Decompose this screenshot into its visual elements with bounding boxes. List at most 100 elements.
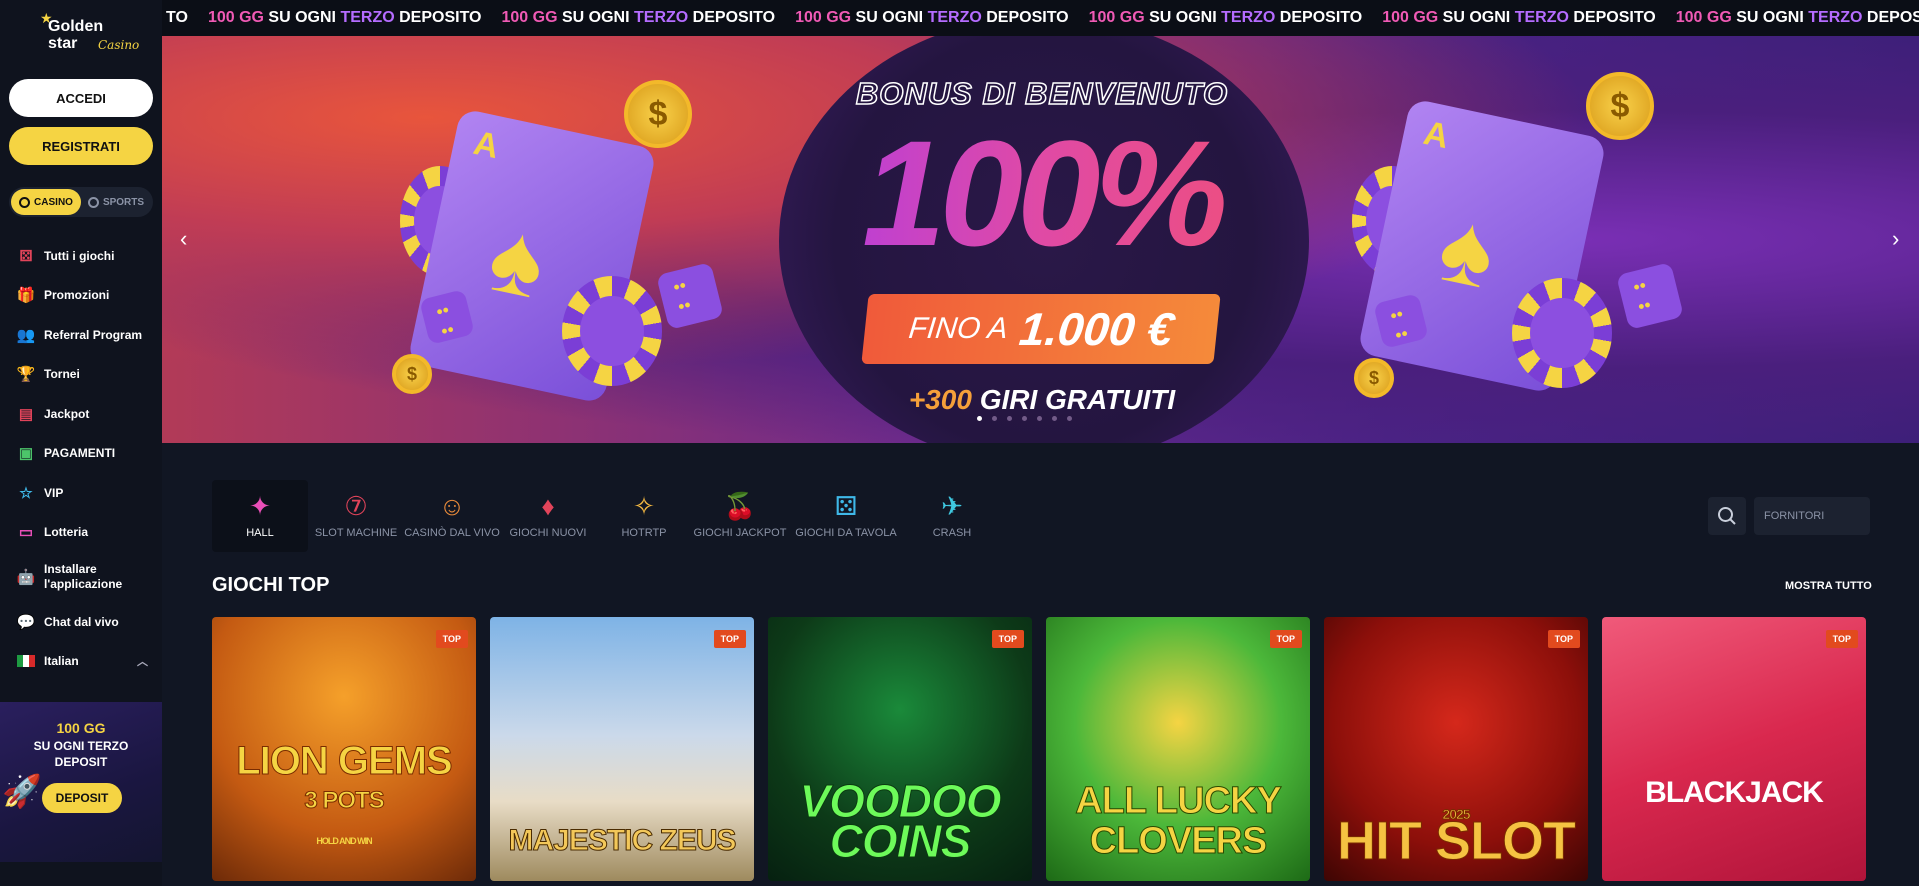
cards-icon: ♦ bbox=[541, 491, 555, 521]
game-card-majestic-zeus[interactable]: TOP MAJESTIC ZEUS bbox=[490, 617, 754, 881]
tab-label: GIOCHI DA TAVOLA bbox=[795, 527, 897, 539]
game-title: MAJESTIC ZEUS bbox=[508, 824, 737, 858]
plane-icon: ✈ bbox=[941, 491, 963, 521]
promo-ticker: TO 100 GG SU OGNI TERZO DEPOSITO 100 GG … bbox=[162, 0, 1919, 36]
banner-amount-box: FINO A 1.000 € bbox=[861, 294, 1221, 364]
carousel-dot[interactable] bbox=[1067, 416, 1072, 421]
carousel-dot[interactable] bbox=[1007, 416, 1012, 421]
deposit-button[interactable]: DEPOSIT bbox=[42, 783, 122, 813]
sidebar-item-label: PAGAMENTI bbox=[44, 446, 116, 461]
sidebar-item-lottery[interactable]: ▭ Lotteria bbox=[0, 513, 162, 553]
show-all-link[interactable]: MOSTRA TUTTO bbox=[1785, 580, 1872, 592]
banner-heading: BONUS DI BENVENUTO bbox=[855, 75, 1229, 112]
carousel-dot[interactable] bbox=[1037, 416, 1042, 421]
game-card-voodoo-coins[interactable]: TOP VOODOO COINS bbox=[768, 617, 1032, 881]
search-button[interactable] bbox=[1708, 497, 1746, 535]
game-card-all-lucky-clovers[interactable]: TOP ALL LUCKY CLOVERS bbox=[1046, 617, 1310, 881]
providers-input[interactable]: FORNITORI bbox=[1754, 497, 1870, 535]
game-card-hit-slot[interactable]: TOP 2025 HIT SLOT bbox=[1324, 617, 1588, 881]
tab-label: GIOCHI JACKPOT bbox=[693, 527, 787, 539]
mode-switch: CASINO SPORTS bbox=[9, 187, 153, 217]
ticker-item: 100 GG SU OGNI TERZO DEPOSITO bbox=[795, 9, 1069, 26]
top-badge: TOP bbox=[435, 630, 468, 648]
sidebar-item-label: Italian bbox=[44, 654, 79, 669]
coin-icon: $ bbox=[392, 354, 432, 394]
ticker-item: 100 GG SU OGNI TERZO DEPOSITO bbox=[207, 9, 482, 26]
ticker-item: 100 GG SU OGNI TERZO DEPOSITO bbox=[1088, 9, 1363, 26]
banner-fino-label: FINO A bbox=[907, 312, 1010, 345]
game-subtitle2: HOLD AND WIN bbox=[316, 836, 372, 846]
banner-percent: 100% bbox=[802, 118, 1282, 268]
coin-icon: $ bbox=[1586, 72, 1654, 140]
promo-title: 100 GG bbox=[56, 720, 106, 736]
tab-label: CRASH bbox=[932, 527, 972, 539]
game-title: BLACKJACK bbox=[1645, 776, 1824, 809]
sidebar-item-tournaments[interactable]: 🏆 Tornei bbox=[0, 355, 162, 395]
sidebar-item-label: Jackpot bbox=[44, 406, 90, 421]
ball-icon bbox=[87, 196, 99, 208]
die-decoration bbox=[1616, 262, 1684, 330]
game-title: LION GEMS bbox=[236, 739, 453, 783]
game-card-lion-gems[interactable]: TOP LION GEMS 3 POTS HOLD AND WIN bbox=[212, 617, 476, 881]
next-arrow-icon[interactable]: › bbox=[1892, 226, 1899, 252]
sidebar-item-label: Referral Program bbox=[44, 327, 143, 342]
sidebar-item-label: Tutti i giochi bbox=[44, 248, 115, 263]
ticker-item: 100 GG SU OGNI TERZO DEPOSITO bbox=[501, 9, 776, 26]
carousel-dot[interactable] bbox=[992, 416, 997, 421]
sidebar-item-jackpot[interactable]: ▤ Jackpot bbox=[0, 394, 162, 434]
top-badge: TOP bbox=[1825, 630, 1858, 648]
prev-arrow-icon[interactable]: ‹ bbox=[180, 226, 187, 252]
sidebar-item-label: Lotteria bbox=[44, 525, 89, 540]
logo[interactable]: ★ Golden star Casino bbox=[36, 10, 146, 60]
casino-tab[interactable]: CASINO bbox=[11, 189, 81, 215]
banner-amount: 1.000 € bbox=[1016, 303, 1176, 355]
tab-crash[interactable]: ✈ CRASH bbox=[904, 480, 1000, 552]
promo-subtitle: SU OGNI TERZO DEPOSIT bbox=[33, 739, 129, 769]
register-button[interactable]: REGISTRATI bbox=[9, 127, 153, 165]
carousel-dot[interactable] bbox=[977, 416, 982, 421]
spins-number: +300 bbox=[908, 384, 972, 415]
sidebar-item-all-games[interactable]: ⚄ Tutti i giochi bbox=[0, 236, 162, 276]
sports-tab[interactable]: SPORTS bbox=[81, 189, 151, 215]
ticker-item: 100 GG SU OGNI TERZO DEPOSITO bbox=[1675, 9, 1919, 26]
sidebar-item-label: VIP bbox=[44, 485, 64, 500]
top-games-row: TOP LION GEMS 3 POTS HOLD AND WIN TOP MA… bbox=[212, 617, 1866, 881]
tab-table-games[interactable]: ⚄ GIOCHI DA TAVOLA bbox=[788, 480, 904, 552]
deposit-promo-box: 🚀 100 GG SU OGNI TERZO DEPOSIT DEPOSIT bbox=[0, 702, 162, 862]
sidebar-item-referral[interactable]: 👥 Referral Program bbox=[0, 315, 162, 355]
login-button[interactable]: ACCEDI bbox=[9, 79, 153, 117]
carousel-dot[interactable] bbox=[1022, 416, 1027, 421]
sports-label: SPORTS bbox=[102, 196, 145, 208]
chip-decoration bbox=[562, 276, 662, 386]
sidebar-item-vip[interactable]: ☆ VIP bbox=[0, 473, 162, 513]
carousel-dot[interactable] bbox=[1052, 416, 1057, 421]
cash-icon: ▣ bbox=[18, 445, 34, 463]
welcome-bonus-banner[interactable]: A♠ $ $ BONUS DI BENVENUTO 100% FINO A 1.… bbox=[162, 36, 1919, 443]
sidebar-item-live-chat[interactable]: 💬 Chat dal vivo bbox=[0, 602, 162, 642]
game-card-blackjack[interactable]: TOP BLACKJACK bbox=[1602, 617, 1866, 881]
search-icon bbox=[1718, 507, 1736, 525]
sidebar-item-install-app[interactable]: 🤖 Installare l'applicazione bbox=[0, 552, 162, 602]
tab-label: HOTRTP bbox=[621, 527, 667, 539]
casino-label: CASINO bbox=[34, 196, 73, 208]
sidebar: ★ Golden star Casino ACCEDI REGISTRATI C… bbox=[0, 0, 162, 886]
tab-jackpot-games[interactable]: 🍒 GIOCHI JACKPOT bbox=[692, 480, 788, 552]
rocket-icon: 🚀 bbox=[2, 773, 42, 809]
chevron-up-icon[interactable]: ︿ bbox=[137, 653, 148, 669]
die-decoration bbox=[656, 262, 724, 330]
tab-live-casino[interactable]: ☺ CASINÒ DAL VIVO bbox=[404, 480, 500, 552]
top-badge: TOP bbox=[713, 630, 746, 648]
tab-hall[interactable]: ✦ HALL bbox=[212, 480, 308, 552]
flag-italy-svg bbox=[17, 655, 35, 668]
sidebar-item-payments[interactable]: ▣ PAGAMENTI bbox=[0, 434, 162, 474]
jackpot-icon: ▤ bbox=[18, 405, 34, 423]
ticker-partial: TO bbox=[166, 9, 188, 26]
tab-new-games[interactable]: ♦ GIOCHI NUOVI bbox=[500, 480, 596, 552]
dice-icon: ⚄ bbox=[19, 247, 33, 265]
sidebar-item-promotions[interactable]: 🎁 Promozioni bbox=[0, 276, 162, 316]
gift-icon: 🎁 bbox=[16, 287, 36, 305]
tab-slot-machine[interactable]: ⑦ SLOT MACHINE bbox=[308, 480, 404, 552]
sidebar-item-language[interactable]: Italian ︿ bbox=[0, 642, 162, 682]
tab-label: CASINÒ DAL VIVO bbox=[404, 527, 500, 539]
tab-hotrtp[interactable]: ✧ HOTRTP bbox=[596, 480, 692, 552]
